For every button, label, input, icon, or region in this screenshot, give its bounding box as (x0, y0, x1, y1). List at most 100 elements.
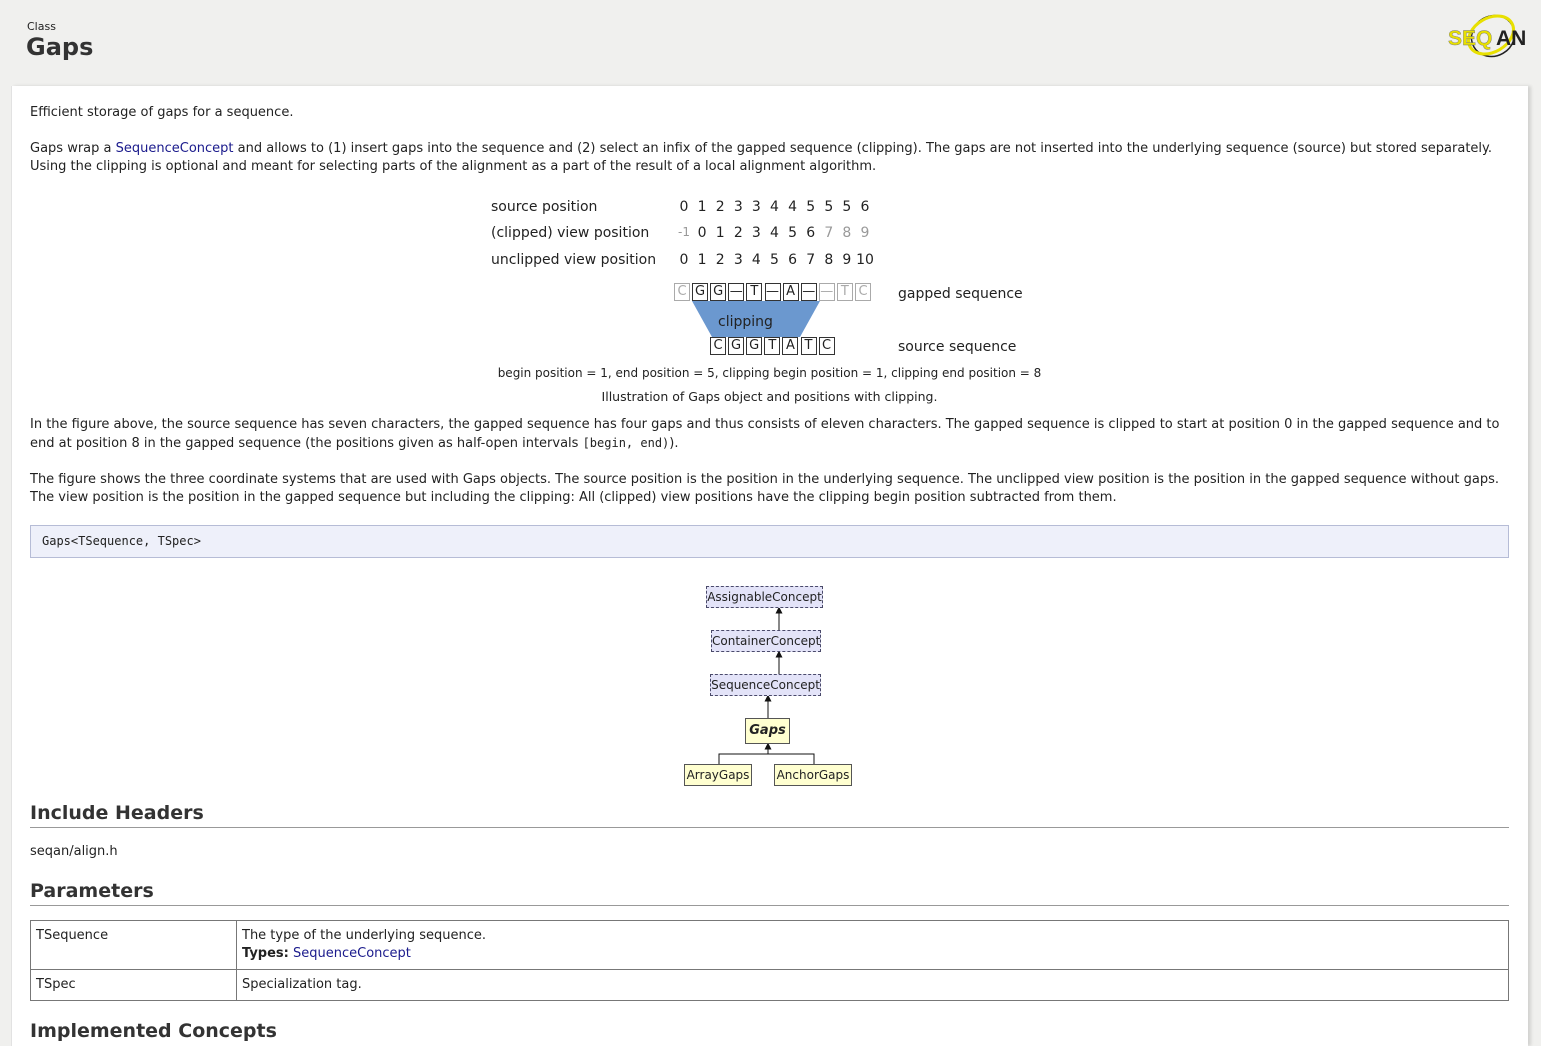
param-desc-text: The type of the underlying sequence. (242, 928, 487, 943)
source-cell: G (728, 337, 745, 355)
body-paragraph-1: In the figure above, the source sequence… (30, 416, 1510, 453)
coordinate-value: 9 (860, 225, 870, 241)
source-cell: A (782, 337, 799, 355)
types-sequence-concept-link[interactable]: SequenceConcept (293, 946, 411, 961)
p1-text-end: ). (669, 436, 679, 451)
coordinate-value: 4 (770, 225, 779, 241)
source-cell: G (746, 337, 763, 355)
coordinate-row-label: source position (491, 199, 598, 215)
parameters-heading: Parameters (30, 880, 1509, 906)
figure-caption: Illustration of Gaps object and position… (601, 389, 938, 404)
edge-children-bus (718, 753, 815, 764)
anchor-gaps-node[interactable]: AnchorGaps (774, 764, 852, 786)
coordinate-value: 4 (751, 252, 761, 268)
coordinate-value: 7 (806, 252, 816, 268)
coordinate-value: 2 (715, 252, 725, 268)
source-cell: C (818, 337, 835, 355)
source-sequence-label: source sequence (898, 339, 1017, 355)
param-name: TSequence (30, 920, 237, 970)
coordinate-value: 4 (770, 199, 779, 215)
coordinate-value: 5 (770, 252, 779, 268)
coordinate-value: 3 (751, 199, 761, 215)
coordinate-value: 5 (842, 199, 852, 215)
types-label: Types: (242, 946, 289, 961)
gapped-cell: A (782, 283, 799, 301)
parameters-table: TSequence The type of the underlying seq… (30, 920, 1509, 1001)
coordinate-value: 0 (697, 225, 707, 241)
include-headers-heading: Include Headers (30, 802, 1509, 828)
p1-text-start: In the figure above, the source sequence… (30, 417, 1500, 451)
source-cell: T (764, 337, 781, 355)
table-row: TSequence The type of the underlying seq… (30, 920, 1509, 970)
coordinate-value: 5 (806, 199, 816, 215)
sequence-concept-node[interactable]: SequenceConcept (710, 674, 821, 696)
logo-text-seq: SEQ (1448, 27, 1492, 50)
coordinate-value: 0 (679, 252, 689, 268)
coordinate-value: 0 (679, 199, 689, 215)
coordinate-value: 2 (733, 225, 743, 241)
gapped-cell: — (818, 283, 835, 301)
coordinate-value: 10 (856, 252, 874, 268)
interval-code: [begin, end) (582, 436, 670, 450)
coordinate-row-label: (clipped) view position (491, 225, 650, 241)
param-name: TSpec (30, 969, 237, 1001)
class-summary: Efficient storage of gaps for a sequence… (30, 105, 294, 120)
page-header: Class Gaps SEQ AN (0, 0, 1541, 86)
coordinate-value: 6 (860, 199, 870, 215)
gapped-cell: — (728, 283, 745, 301)
sequence-concept-link[interactable]: SequenceConcept (116, 141, 234, 156)
source-cell: T (800, 337, 817, 355)
coordinate-value: 1 (697, 199, 707, 215)
array-gaps-node[interactable]: ArrayGaps (684, 764, 752, 786)
coordinate-value: 5 (788, 225, 798, 241)
assignable-concept-node[interactable]: AssignableConcept (706, 586, 823, 608)
clipping-label: clipping (718, 314, 773, 330)
gaps-node: Gaps (745, 718, 790, 744)
coordinate-value: 3 (751, 225, 761, 241)
main-content: Efficient storage of gaps for a sequence… (11, 86, 1528, 1046)
coordinate-value: 1 (697, 252, 707, 268)
desc-text-start: Gaps wrap a (30, 141, 116, 156)
class-signature: Gaps<TSequence, TSpec> (30, 525, 1509, 558)
container-concept-node[interactable]: ContainerConcept (711, 630, 821, 652)
coordinate-value: 6 (806, 225, 816, 241)
gapped-cell: C (855, 283, 871, 301)
coordinate-value: 2 (715, 199, 725, 215)
desc-text-end: and allows to (1) insert gaps into the s… (30, 141, 1493, 174)
param-desc: Specialization tag. (236, 969, 1509, 1001)
class-description: Gaps wrap a SequenceConcept and allows t… (30, 140, 1510, 176)
table-row: TSpec Specialization tag. (30, 969, 1509, 1001)
gapped-cell: — (800, 283, 817, 301)
gapped-sequence-label: gapped sequence (898, 286, 1023, 302)
seqan-logo[interactable]: SEQ AN (1446, 8, 1526, 60)
implemented-concepts-heading: Implemented Concepts (30, 1020, 277, 1042)
logo-text-an: AN (1496, 27, 1526, 50)
page-title: Gaps (26, 33, 94, 61)
gapped-cell: C (674, 283, 690, 301)
gapped-cell: G (710, 283, 727, 301)
coordinate-value: 3 (733, 199, 743, 215)
gapped-cell: — (764, 283, 781, 301)
gapped-cell: T (836, 283, 853, 301)
coordinate-value: 8 (824, 252, 834, 268)
coordinate-value: 6 (788, 252, 798, 268)
include-path: seqan/align.h (30, 844, 118, 859)
coordinate-value: 1 (715, 225, 725, 241)
gapped-cell: G (692, 283, 709, 301)
gapped-cell: T (746, 283, 763, 301)
coordinate-value: 3 (733, 252, 743, 268)
source-cell: C (710, 337, 726, 355)
coordinate-value: -1 (678, 225, 690, 239)
coordinate-value: 5 (824, 199, 834, 215)
coordinate-value: 9 (842, 252, 852, 268)
param-desc: The type of the underlying sequence. Type… (236, 920, 1509, 970)
gaps-figure: source position 0 1 2 3 3 4 4 5 5 5 6 (clipped) view… (482, 190, 1082, 415)
coordinate-value: 4 (788, 199, 798, 215)
clipping-shape-svg (692, 301, 820, 337)
figure-positions: begin position = 1, end position = 5, cl… (497, 366, 1042, 380)
coordinate-value: 7 (824, 225, 834, 241)
body-paragraph-2: The figure shows the three coordinate sy… (30, 472, 1500, 505)
entity-kind: Class (27, 20, 56, 33)
coordinate-value: 8 (842, 225, 852, 241)
coordinate-row-label: unclipped view position (491, 252, 657, 268)
